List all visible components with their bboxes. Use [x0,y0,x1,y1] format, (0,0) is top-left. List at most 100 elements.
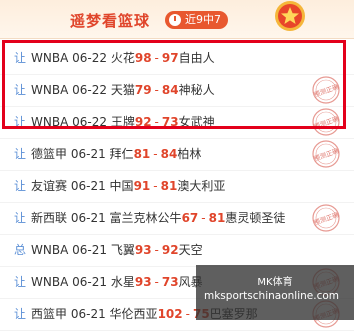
league: WNBA [31,243,69,257]
league: 新西联 [31,211,68,225]
header: 遥梦看篮球 近9中7 [0,0,354,39]
list-item[interactable]: 让友谊赛 06-21 中国91-81澳大利亚 [0,170,354,203]
home-score: 91 [133,179,151,193]
score-separator: - [154,83,159,97]
home-team: 飞翼 [110,243,135,257]
match-text: WNBA 06-21 水星93-73风暴 [31,266,203,298]
away-score: 73 [161,115,179,129]
clock-icon [169,14,181,26]
bet-type-icon: 让 [14,307,27,321]
match-date: 06-21 [72,243,107,257]
league: 西篮甲 [31,307,68,321]
stamp-label: 预测正确 [312,114,340,132]
score-separator: - [201,211,206,225]
league: WNBA [31,275,69,289]
bet-type-icon: 让 [14,179,27,193]
away-team: 澳大利亚 [177,179,226,193]
score-separator: - [153,147,158,161]
score-separator: - [153,179,158,193]
away-score: 84 [160,147,178,161]
list-item[interactable]: 让 WNBA 06-22 火花98-97自由人 [0,42,354,75]
list-item[interactable]: 让 WNBA 06-22 王牌92-73女武神 预测正确 [0,106,354,139]
home-team: 富兰克林公牛 [109,211,182,225]
away-score: 92 [161,243,179,257]
away-score: 97 [161,51,179,65]
stamp-label: 预测正确 [312,82,340,100]
match-text: WNBA 06-22 火花98-97自由人 [31,42,215,74]
home-team: 天猫 [110,83,135,97]
score-separator: - [154,115,159,129]
home-score: 92 [134,115,152,129]
bet-type-icon: 总 [14,243,27,257]
bet-type-icon: 让 [14,51,27,65]
bet-type-icon: 让 [14,147,27,161]
home-score: 81 [133,147,151,161]
list-item[interactable]: 总 WNBA 06-21 飞翼93-92天空 [0,234,354,267]
match-date: 06-22 [72,51,107,65]
match-date: 06-21 [72,275,107,289]
home-score: 93 [134,243,152,257]
correct-stamp-icon: 预测正确 [312,76,340,104]
home-score: 79 [134,83,152,97]
home-score: 102 [157,307,183,321]
home-team: 火花 [110,51,135,65]
list-item[interactable]: 让 WNBA 06-22 天猫79-84神秘人 预测正确 [0,74,354,107]
bet-type-icon: 让 [14,275,27,289]
home-score: 67 [181,211,199,225]
away-score: 81 [160,179,178,193]
stamp-label: 预测正确 [312,146,340,164]
away-team: 女武神 [178,115,215,129]
match-date: 06-21 [70,147,106,161]
match-text: WNBA 06-22 王牌92-73女武神 [31,106,215,138]
league: 德篮甲 [31,147,68,161]
league: WNBA [31,83,69,97]
watermark-title: MK体育 [257,277,293,288]
away-team: 自由人 [178,51,215,65]
bet-type-icon: 让 [14,211,27,225]
home-team: 王牌 [110,115,135,129]
home-team: 中国 [109,179,134,193]
home-team: 华伦西亚 [109,307,158,321]
score-separator: - [154,51,159,65]
league: WNBA [31,51,69,65]
match-date: 06-22 [72,115,107,129]
list-item[interactable]: 让新西联 06-21 富兰克林公牛67-81惠灵顿圣徒 预测正确 [0,202,354,235]
score-separator: - [154,243,159,257]
away-score: 81 [208,211,226,225]
watermark-url: mksportschinaonline.com [204,290,339,302]
match-text: WNBA 06-22 天猫79-84神秘人 [31,74,215,106]
home-team: 拜仁 [109,147,134,161]
match-text: 友谊赛 06-21 中国91-81澳大利亚 [31,170,225,202]
away-team: 柏林 [177,147,202,161]
home-score: 93 [134,275,152,289]
league: WNBA [31,115,69,129]
correct-stamp-icon: 预测正确 [312,204,340,232]
record-badge: 近9中7 [165,11,228,29]
correct-stamp-icon: 预测正确 [312,108,340,136]
record-text: 近9中7 [185,13,221,26]
list-item[interactable]: 让德篮甲 06-21 拜仁81-84柏林 预测正确 [0,138,354,171]
watermark: MK体育 mksportschinaonline.com [196,265,354,320]
page-title: 遥梦看篮球 [70,12,151,30]
away-team: 天空 [178,243,203,257]
score-separator: - [154,275,159,289]
match-text: 新西联 06-21 富兰克林公牛67-81惠灵顿圣徒 [31,202,285,234]
league: 友谊赛 [31,179,68,193]
match-date: 06-21 [70,211,106,225]
match-text: WNBA 06-21 飞翼93-92天空 [31,234,203,266]
bet-type-icon: 让 [14,115,27,129]
away-score: 73 [161,275,179,289]
away-team: 惠灵顿圣徒 [225,211,286,225]
bet-type-icon: 让 [14,83,27,97]
match-text: 德篮甲 06-21 拜仁81-84柏林 [31,138,201,170]
match-date: 06-21 [70,179,106,193]
away-team: 神秘人 [178,83,215,97]
away-score: 84 [161,83,179,97]
home-score: 98 [134,51,152,65]
match-date: 06-21 [70,307,106,321]
home-team: 水星 [110,275,135,289]
stamp-label: 预测正确 [312,210,340,228]
medal-star-icon [275,1,305,31]
correct-stamp-icon: 预测正确 [312,140,340,168]
match-date: 06-22 [72,83,107,97]
